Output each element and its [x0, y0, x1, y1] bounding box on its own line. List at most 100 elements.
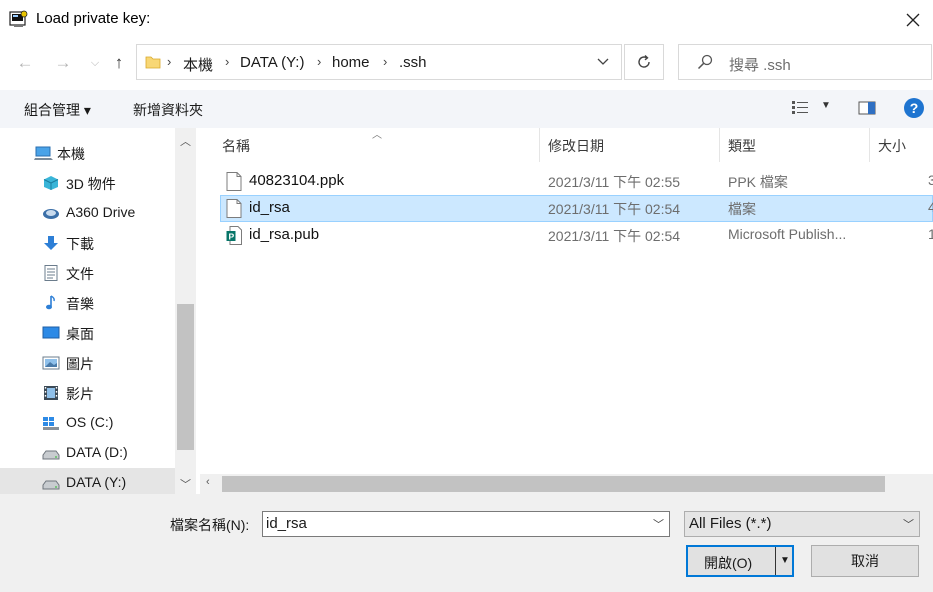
- nav-item-desktop[interactable]: 桌面: [0, 318, 175, 348]
- file-name: id_rsa: [249, 199, 290, 216]
- column-header-date[interactable]: 修改日期: [548, 136, 604, 156]
- up-arrow-icon: ↑: [114, 53, 124, 72]
- nav-scrollbar-thumb[interactable]: [177, 304, 194, 450]
- scroll-up-icon[interactable]: ︿: [178, 133, 193, 149]
- file-name: id_rsa.pub: [249, 226, 320, 243]
- file-type: 檔案: [728, 201, 756, 217]
- column-header-row: 名稱 修改日期 類型 大小: [200, 128, 933, 162]
- file-name: 40823104.ppk: [249, 172, 345, 189]
- chevron-down-icon: ﹀: [903, 519, 914, 531]
- breadcrumb-item[interactable]: DATA (Y:): [240, 54, 304, 71]
- nav-item-downloads[interactable]: 下載: [0, 228, 175, 258]
- file-size: 1: [928, 226, 933, 242]
- cloud-drive-icon: [43, 209, 59, 219]
- breadcrumb-item[interactable]: 本機: [183, 54, 213, 75]
- new-folder-button[interactable]: 新增資料夾: [133, 100, 203, 120]
- split-divider: [775, 547, 776, 575]
- scroll-left-icon[interactable]: ‹: [206, 476, 210, 488]
- computer-icon: [34, 146, 53, 160]
- file-date: 2021/3/11 下午 02:55: [548, 174, 681, 190]
- chevron-down-icon[interactable]: ﹀: [653, 516, 664, 532]
- preview-pane-icon[interactable]: [858, 101, 876, 115]
- file-name-input[interactable]: id_rsa ﹀: [262, 511, 670, 537]
- help-icon[interactable]: ?: [904, 98, 924, 118]
- publisher-icon: P: [226, 226, 242, 245]
- download-icon: [44, 236, 58, 250]
- breadcrumb-item[interactable]: .ssh: [399, 54, 427, 71]
- nav-item-music[interactable]: 音樂: [0, 288, 175, 318]
- column-header-name[interactable]: 名稱: [222, 136, 250, 156]
- scroll-down-icon[interactable]: ﹀: [178, 476, 193, 492]
- search-box[interactable]: 搜尋 .ssh: [678, 44, 932, 80]
- breadcrumb-separator: ›: [317, 54, 322, 69]
- search-icon: [697, 54, 713, 70]
- file-icon: [226, 172, 242, 191]
- file-date: 2021/3/11 下午 02:54: [548, 228, 681, 244]
- column-divider[interactable]: [539, 128, 540, 162]
- view-dropdown-icon[interactable]: ▼: [821, 100, 831, 111]
- file-type-filter-select[interactable]: All Files (*.*) ﹀: [684, 511, 920, 537]
- file-size: 4: [928, 199, 933, 215]
- putty-key-icon: [9, 10, 28, 27]
- refresh-icon: [638, 54, 650, 68]
- column-header-type[interactable]: 類型: [728, 136, 756, 156]
- svg-text:P: P: [229, 231, 235, 241]
- address-bar[interactable]: › 本機 › DATA (Y:) › home › .ssh: [136, 44, 622, 80]
- open-button-label: 開啟(O): [704, 555, 753, 571]
- file-row[interactable]: P id_rsa.pub 2021/3/11 下午 02:54 Microsof…: [220, 222, 933, 249]
- search-placeholder: 搜尋 .ssh: [729, 57, 791, 74]
- nav-item-videos[interactable]: 影片: [0, 378, 175, 408]
- desktop-icon: [42, 326, 60, 339]
- horizontal-scrollbar-thumb[interactable]: [222, 476, 885, 492]
- forward-arrow-icon: →: [54, 53, 72, 72]
- back-arrow-icon: ←: [16, 53, 34, 72]
- open-button[interactable]: 開啟(O) ▼: [686, 545, 794, 577]
- file-type-filter-value: All Files (*.*): [689, 515, 772, 532]
- refresh-button[interactable]: [624, 44, 664, 80]
- column-header-size[interactable]: 大小: [878, 136, 906, 156]
- windows-drive-icon: [43, 417, 59, 430]
- navigation-pane: 本機 3D 物件 A360 Drive 下載 文件 音樂 桌面 圖片 影片 OS…: [0, 128, 196, 498]
- sort-ascending-icon: ︿: [372, 130, 382, 141]
- nav-item-documents[interactable]: 文件: [0, 258, 175, 288]
- nav-item-3d-objects[interactable]: 3D 物件: [0, 168, 175, 198]
- file-name-label: 檔案名稱(N):: [170, 517, 250, 533]
- column-divider[interactable]: [869, 128, 870, 162]
- file-row[interactable]: 40823104.ppk 2021/3/11 下午 02:55 PPK 檔案 3: [220, 168, 933, 195]
- drive-icon: [42, 480, 60, 490]
- file-name-value: id_rsa: [266, 515, 307, 532]
- chevron-down-icon: ⌵: [90, 56, 100, 69]
- breadcrumb-separator: ›: [225, 54, 230, 69]
- file-type: PPK 檔案: [728, 174, 788, 190]
- breadcrumb-separator: ›: [383, 54, 388, 69]
- folder-icon: [145, 56, 161, 69]
- organize-menu-button[interactable]: 組合管理 ▾: [24, 100, 91, 120]
- up-button[interactable]: ↑: [108, 52, 130, 74]
- close-icon: [906, 13, 920, 27]
- forward-button[interactable]: →: [52, 52, 74, 74]
- column-divider[interactable]: [719, 128, 720, 162]
- music-icon: [46, 295, 55, 310]
- breadcrumb-item[interactable]: home: [332, 54, 370, 71]
- nav-item-os-c[interactable]: OS (C:): [0, 408, 175, 438]
- nav-item-data-d[interactable]: DATA (D:): [0, 438, 175, 468]
- file-row-selected[interactable]: id_rsa 2021/3/11 下午 02:54 檔案 4: [220, 195, 933, 222]
- close-button[interactable]: [899, 6, 927, 34]
- video-icon: [44, 386, 58, 400]
- picture-icon: [42, 356, 60, 370]
- view-options-icon[interactable]: [791, 100, 809, 116]
- address-dropdown-button[interactable]: [596, 52, 610, 72]
- bottom-panel: [0, 494, 933, 592]
- nav-item-this-pc[interactable]: 本機: [0, 138, 175, 168]
- chevron-down-icon: [597, 58, 609, 65]
- nav-item-a360-drive[interactable]: A360 Drive: [0, 198, 175, 228]
- back-button[interactable]: ←: [14, 52, 36, 74]
- file-icon: [226, 199, 242, 218]
- document-icon: [44, 265, 58, 281]
- nav-item-pictures[interactable]: 圖片: [0, 348, 175, 378]
- open-dropdown-icon[interactable]: ▼: [780, 555, 790, 566]
- file-size: 3: [928, 172, 933, 188]
- cancel-button[interactable]: 取消: [811, 545, 919, 577]
- drive-icon: [42, 450, 60, 460]
- recent-locations-button[interactable]: ⌵: [84, 52, 106, 74]
